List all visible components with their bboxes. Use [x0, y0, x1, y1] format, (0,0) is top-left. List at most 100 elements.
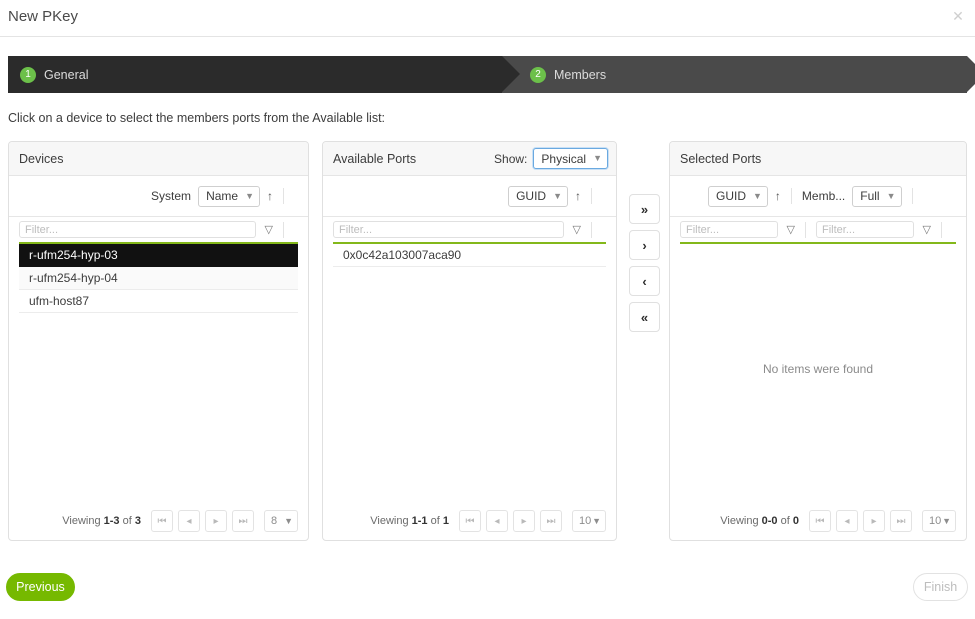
show-type-dropdown[interactable]: Physical ▼: [533, 148, 608, 169]
available-ports-panel-header: Available Ports Show: Physical ▼: [323, 142, 616, 176]
move-all-right-button[interactable]: »: [629, 194, 660, 224]
prev-page-button[interactable]: ◂: [178, 510, 200, 532]
available-pager: Viewing 1-1 of 1 ⏮ ◂ ▸ ⏭ 10 ▼: [333, 510, 606, 532]
selected-ports-panel-header: Selected Ports: [670, 142, 966, 176]
move-right-button[interactable]: ›: [629, 230, 660, 260]
column-divider: [283, 188, 284, 204]
device-name: ufm-host87: [29, 294, 89, 308]
next-page-button[interactable]: ▸: [205, 510, 227, 532]
wizard-step-members[interactable]: 2 Members: [502, 56, 967, 93]
selected-pager: Viewing 0-0 of 0 ⏮ ◂ ▸ ⏭ 10 ▼: [680, 510, 956, 532]
devices-column-header: System Name ▼ ↑: [9, 176, 308, 216]
available-sort-field-dropdown[interactable]: GUID ▼: [508, 186, 568, 207]
available-page-size-dropdown[interactable]: 10 ▼: [572, 510, 606, 532]
prev-page-button[interactable]: ◂: [836, 510, 858, 532]
table-row[interactable]: ufm-host87: [19, 290, 298, 313]
membership-value: Full: [860, 189, 879, 203]
devices-sort-direction-icon[interactable]: ↑: [267, 189, 273, 203]
selected-ports-panel: Selected Ports GUID ▼ ↑ Memb... Full ▼ ▽…: [669, 141, 967, 541]
chevron-down-icon: ▼: [245, 192, 254, 201]
column-divider: [941, 222, 942, 238]
available-filter-row: ▽: [323, 216, 616, 242]
move-all-left-button[interactable]: «: [629, 302, 660, 332]
filter-funnel-icon[interactable]: ▽: [787, 223, 795, 236]
devices-row-list: r-ufm254-hyp-03 r-ufm254-hyp-04 ufm-host…: [9, 244, 308, 313]
device-name: r-ufm254-hyp-04: [29, 271, 118, 285]
available-page-size-value: 10: [579, 515, 591, 527]
selected-membership-filter-input[interactable]: [816, 221, 914, 238]
chevron-down-icon: ▼: [553, 192, 562, 201]
accent-line: [680, 242, 956, 244]
selected-guid-sort-dropdown[interactable]: GUID ▼: [708, 186, 768, 207]
column-divider: [912, 188, 913, 204]
available-filter-input[interactable]: [333, 221, 564, 238]
last-page-button[interactable]: ⏭: [890, 510, 912, 532]
available-column-header: GUID ▼ ↑: [323, 176, 616, 216]
previous-button[interactable]: Previous: [6, 573, 75, 601]
column-divider: [591, 222, 592, 238]
membership-column-label: Memb...: [802, 189, 845, 203]
devices-page-size-value: 8: [271, 515, 277, 527]
devices-panel-title: Devices: [19, 152, 63, 166]
devices-column-label: System: [151, 189, 191, 203]
filter-funnel-icon[interactable]: ▽: [265, 223, 273, 236]
column-divider: [283, 222, 284, 238]
empty-state-message: No items were found: [670, 362, 966, 376]
available-viewing-text: Viewing 1-1 of 1: [370, 515, 449, 527]
filter-funnel-icon[interactable]: ▽: [923, 223, 931, 236]
available-sort-direction-icon[interactable]: ↑: [575, 189, 581, 203]
selected-guid-filter-input[interactable]: [680, 221, 778, 238]
table-row[interactable]: 0x0c42a103007aca90: [333, 244, 606, 267]
wizard-step-general[interactable]: 1 General: [8, 56, 502, 93]
devices-panel-header: Devices: [9, 142, 308, 176]
first-page-button[interactable]: ⏮: [809, 510, 831, 532]
selected-filter-row: ▽ ▽: [670, 216, 966, 242]
next-page-button[interactable]: ▸: [863, 510, 885, 532]
devices-filter-input[interactable]: [19, 221, 256, 238]
column-divider: [805, 222, 806, 238]
wizard-steps: 1 General 2 Members: [8, 56, 967, 93]
table-row[interactable]: r-ufm254-hyp-04: [19, 267, 298, 290]
available-ports-panel: Available Ports Show: Physical ▼ GUID ▼ …: [322, 141, 617, 541]
filter-funnel-icon[interactable]: ▽: [573, 223, 581, 236]
selected-guid-sort-direction-icon[interactable]: ↑: [775, 189, 781, 203]
prev-page-button[interactable]: ◂: [486, 510, 508, 532]
dialog-header: New PKey ✕: [0, 0, 975, 37]
show-filter-group: Show: Physical ▼: [494, 148, 608, 169]
show-label: Show:: [494, 152, 527, 166]
available-ports-panel-title: Available Ports: [333, 152, 416, 166]
chevron-down-icon: ▼: [284, 516, 293, 526]
last-page-button[interactable]: ⏭: [540, 510, 562, 532]
selected-column-header: GUID ▼ ↑ Memb... Full ▼: [670, 176, 966, 216]
devices-page-size-dropdown[interactable]: 8 ▼: [264, 510, 298, 532]
last-page-button[interactable]: ⏭: [232, 510, 254, 532]
table-row[interactable]: r-ufm254-hyp-03: [19, 244, 298, 267]
membership-dropdown[interactable]: Full ▼: [852, 186, 901, 207]
dialog-title: New PKey: [8, 8, 78, 25]
device-name: r-ufm254-hyp-03: [29, 248, 118, 262]
chevron-down-icon: ▼: [942, 516, 951, 526]
selected-ports-panel-title: Selected Ports: [680, 152, 761, 166]
port-guid: 0x0c42a103007aca90: [343, 248, 461, 262]
devices-pager: Viewing 1-3 of 3 ⏮ ◂ ▸ ⏭ 8 ▼: [19, 510, 298, 532]
devices-panel: Devices System Name ▼ ↑ ▽ r-ufm254-hyp-0…: [8, 141, 309, 541]
devices-sort-field-dropdown[interactable]: Name ▼: [198, 186, 260, 207]
show-type-value: Physical: [541, 152, 586, 166]
column-divider: [591, 188, 592, 204]
selected-page-size-dropdown[interactable]: 10 ▼: [922, 510, 956, 532]
close-icon[interactable]: ✕: [949, 7, 967, 25]
step-label: Members: [554, 68, 606, 82]
first-page-button[interactable]: ⏮: [459, 510, 481, 532]
devices-sort-field-value: Name: [206, 189, 238, 203]
first-page-button[interactable]: ⏮: [151, 510, 173, 532]
finish-button: Finish: [913, 573, 968, 601]
selected-page-size-value: 10: [929, 515, 941, 527]
available-row-list: 0x0c42a103007aca90: [323, 244, 616, 267]
next-page-button[interactable]: ▸: [513, 510, 535, 532]
move-left-button[interactable]: ‹: [629, 266, 660, 296]
selected-viewing-text: Viewing 0-0 of 0: [720, 515, 799, 527]
chevron-down-icon: ▼: [887, 192, 896, 201]
chevron-down-icon: ▼: [753, 192, 762, 201]
column-divider: [791, 188, 792, 204]
devices-viewing-text: Viewing 1-3 of 3: [62, 515, 141, 527]
